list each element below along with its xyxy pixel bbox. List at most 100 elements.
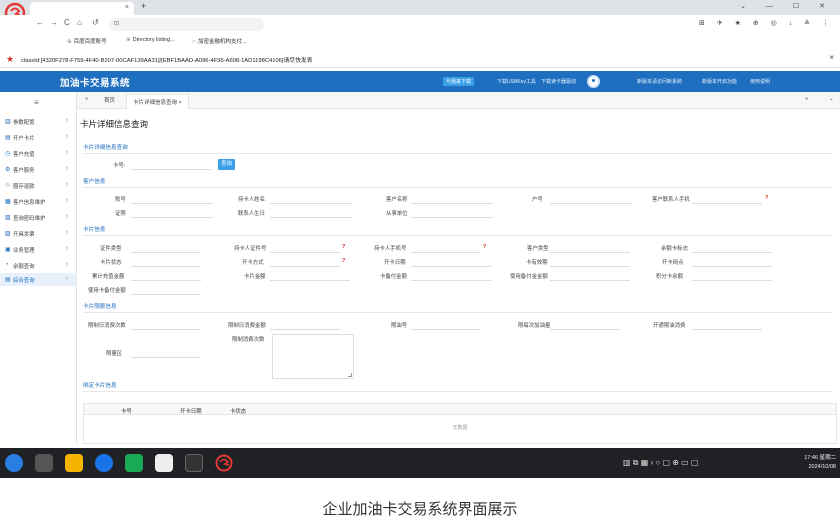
field-label: 账号: [115, 197, 126, 203]
tab-close-icon[interactable]: ×: [179, 100, 182, 106]
address-bar[interactable]: ⊡: [109, 18, 264, 31]
bookmark-item[interactable]: ∩ 加密金融机构支付...: [192, 37, 247, 45]
sidebar-item-balance[interactable]: ◔ 余额查询 ›: [0, 259, 77, 272]
image-caption: 企业加油卡交易系统界面展示: [322, 501, 518, 518]
tab-card-detail[interactable]: 卡片详细信息查询 ×: [126, 94, 189, 109]
sidebar-item-label: 客户服务: [13, 168, 35, 174]
field-input: [270, 258, 340, 267]
field-input: [131, 349, 201, 358]
field-input: [692, 321, 762, 330]
bound-cards-table: 卡号 开卡日期 卡状态 无数据: [83, 403, 837, 444]
tabs-dropdown-icon[interactable]: ⌄: [829, 96, 834, 102]
browser-tab[interactable]: ×: [30, 2, 134, 15]
gear-icon: ⚙: [5, 167, 11, 173]
sidebar-item-label: 综合查询: [13, 278, 35, 284]
chevron-right-icon: ›: [65, 133, 68, 140]
history-icon[interactable]: ↺: [92, 18, 99, 27]
sidebar-item-label: 开具发票: [13, 232, 35, 238]
table-header: 卡号 开卡日期 卡状态: [84, 404, 836, 415]
tab-home[interactable]: 首页: [104, 96, 115, 104]
sidebar-item-open-card[interactable]: ▤ 开户卡片 ›: [0, 131, 77, 144]
window-controls[interactable]: ⌄ — ☐ ✕: [740, 2, 834, 10]
field-label: 限量区: [106, 351, 123, 357]
limit-textarea[interactable]: [272, 334, 354, 379]
tab-close-icon[interactable]: ×: [125, 4, 129, 11]
field-label: 从事单位: [386, 211, 408, 217]
card-no-input[interactable]: [131, 161, 211, 170]
globe-icon: ⊕: [126, 37, 131, 43]
chevron-right-icon: ›: [65, 245, 68, 252]
sidebar-item-business[interactable]: ▣ 业务管理 ›: [0, 243, 77, 256]
system-tray-icons[interactable]: ▥ ⧉ ▦ › ○ ▢ ⊕ ▭ ▢: [623, 458, 699, 468]
header-link-new-system[interactable]: 新版本请访问新系统: [637, 78, 682, 85]
page-title: 卡片详细信息查询: [80, 119, 149, 129]
bookmark-label: 加密金融机构支付...: [197, 39, 247, 45]
user-avatar[interactable]: [587, 75, 600, 88]
field-input: [131, 321, 201, 330]
files-app-icon[interactable]: [35, 454, 53, 472]
tabs-scroll-left-icon[interactable]: «: [85, 96, 88, 102]
field-input: [692, 195, 762, 204]
bookmark-item[interactable]: ⊕ Directory listing...: [126, 37, 175, 43]
sidebar-item-service[interactable]: ⚙ 客户服务 ›: [0, 163, 77, 176]
bookmark-label: Directory listing...: [132, 37, 175, 43]
sidebar-item-invoice[interactable]: ▨ 开具发票 ›: [0, 227, 77, 240]
field-input: [270, 195, 352, 204]
new-tab-button[interactable]: +: [141, 1, 146, 11]
browser-app-icon[interactable]: [5, 454, 23, 472]
column-header[interactable]: 开卡日期: [180, 407, 202, 415]
field-input: [692, 258, 772, 267]
sidebar-item-refund[interactable]: ♲ 圈存退款 ›: [0, 179, 77, 192]
clock-time: 17:46 星期二: [804, 455, 836, 461]
divider: [83, 312, 833, 313]
field-label: 户号: [532, 197, 543, 203]
clock-date: 2024/10/08: [808, 464, 836, 470]
chevron-right-icon: ›: [65, 275, 68, 282]
app-logo-icon[interactable]: [215, 454, 233, 472]
sidebar-item-recharge[interactable]: ◷ 客户充值 ›: [0, 147, 77, 160]
sidebar-item-customer-info[interactable]: ▦ 客户信息维护 ›: [0, 195, 77, 208]
field-input: [131, 272, 201, 281]
field-label: 使用卡备付金额: [88, 288, 126, 294]
edge-app-icon[interactable]: [95, 454, 113, 472]
header-link-reader-driver[interactable]: 下载读卡器驱动: [541, 78, 576, 85]
folder-app-icon[interactable]: [65, 454, 83, 472]
toolbar-icons[interactable]: ⊞ ✈ ★ ⊕ ◎ ↓ ≗ ⋮: [699, 19, 834, 27]
bookmark-label: 百度百度账号: [73, 39, 107, 45]
header-link-download[interactable]: 与我来下载: [443, 77, 475, 86]
menu-toggle-icon[interactable]: ≡: [34, 98, 39, 107]
reload-icon[interactable]: C: [64, 18, 70, 27]
field-input: [550, 244, 630, 253]
document-app-icon[interactable]: [155, 454, 173, 472]
field-label: 证照: [115, 211, 126, 217]
field-label: 联系人生日: [238, 211, 265, 217]
tabs-scroll-right-icon[interactable]: »: [805, 96, 808, 102]
sidebar-item-password[interactable]: ▧ 查询密码维护 ›: [0, 211, 77, 224]
home-icon[interactable]: ⌂: [77, 18, 82, 27]
header-link-usbkey[interactable]: 下载USBKey工具: [497, 78, 536, 85]
header-link-new-features[interactable]: 新版本开启功能: [702, 78, 737, 85]
forward-icon[interactable]: →: [50, 18, 58, 27]
chevron-right-icon: ›: [65, 229, 68, 236]
back-icon[interactable]: ←: [36, 18, 44, 27]
card-no-label: 卡号:: [113, 163, 126, 169]
field-label: 卡有效期: [526, 260, 548, 266]
chevron-right-icon: ›: [65, 197, 68, 204]
column-header[interactable]: 卡号: [121, 407, 132, 415]
sidebar-item-query[interactable]: ▤ 综合查询 ›: [0, 273, 77, 286]
page-tabs: « 首页 卡片详细信息查询 × » ⌄: [77, 92, 840, 109]
sidebar-item-params[interactable]: ▥ 参数配置 ›: [0, 115, 77, 128]
globe-icon: ⊕: [67, 39, 72, 45]
browser-tab-bar: × + ⌄ — ☐ ✕: [0, 0, 840, 24]
mail-app-icon[interactable]: [125, 454, 143, 472]
clock[interactable]: 17:46 星期二 2024/10/08: [804, 454, 836, 472]
close-icon[interactable]: ×: [829, 53, 834, 62]
query-button[interactable]: 查询: [218, 159, 235, 170]
field-input: [131, 258, 201, 267]
column-header[interactable]: 卡状态: [230, 407, 246, 415]
divider: [83, 153, 833, 154]
terminal-app-icon[interactable]: [185, 454, 203, 472]
chevron-right-icon: ›: [65, 261, 68, 268]
bookmark-item[interactable]: ⊕ 百度百度账号: [67, 37, 107, 45]
header-link-manual[interactable]: 使用说明: [750, 78, 770, 85]
